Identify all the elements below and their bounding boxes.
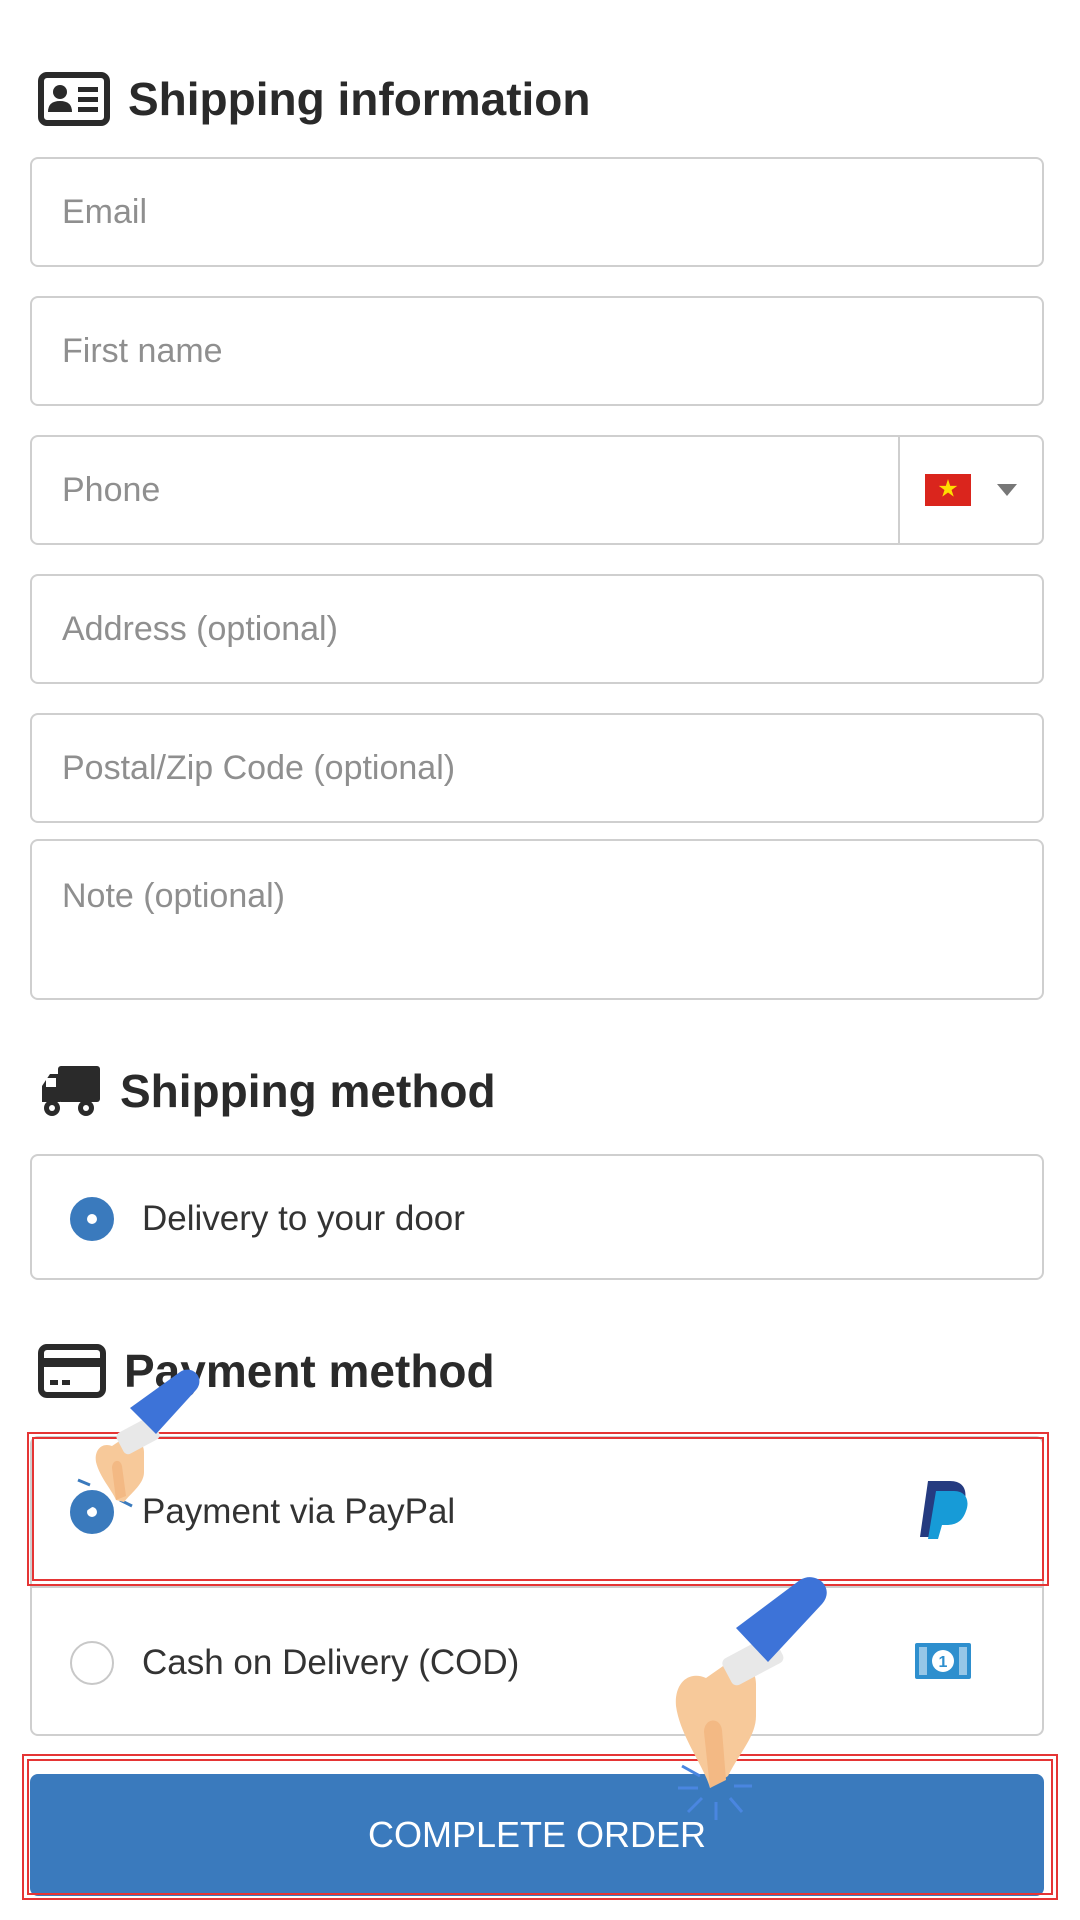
phone-field-box: ★ [30,435,1044,545]
paypal-radio[interactable] [70,1490,114,1534]
note-field[interactable] [32,841,1042,998]
paypal-icon [916,1479,972,1546]
delivery-radio[interactable] [70,1197,114,1241]
shipping-info-title: Shipping information [128,73,591,125]
cod-label: Cash on Delivery (COD) [142,1643,520,1682]
truck-icon [38,1064,102,1118]
address-field-box [30,574,1044,684]
address-field[interactable] [32,576,1042,682]
email-field[interactable] [32,159,1042,265]
svg-text:1: 1 [939,1654,948,1671]
email-field-box [30,157,1044,267]
postal-code-field[interactable] [32,715,1042,821]
vietnam-flag-icon: ★ [925,474,971,506]
id-card-icon [38,72,110,126]
payment-method-title: Payment method [124,1345,495,1397]
shipping-method-box: Delivery to your door [30,1154,1044,1280]
payment-method-header: Payment method [38,1344,495,1398]
shipping-info-header: Shipping information [38,72,591,126]
credit-card-icon [38,1344,106,1398]
phone-input-wrap [32,437,898,543]
country-code-select[interactable]: ★ [898,437,1042,543]
paypal-label: Payment via PayPal [142,1492,456,1531]
shipping-option-delivery[interactable]: Delivery to your door [32,1156,1042,1282]
cash-icon: 1 [914,1642,972,1685]
shipping-method-header: Shipping method [38,1064,496,1118]
payment-option-cod[interactable]: Cash on Delivery (COD) 1 [32,1588,1042,1738]
delivery-label: Delivery to your door [142,1199,465,1238]
postal-field-box [30,713,1044,823]
payment-method-box: Payment via PayPal Cash on Delivery (COD… [30,1436,1044,1736]
complete-order-button[interactable]: COMPLETE ORDER [30,1774,1044,1896]
chevron-down-icon [997,484,1017,496]
first-name-field-box [30,296,1044,406]
payment-option-paypal[interactable]: Payment via PayPal [32,1438,1042,1588]
note-field-box [30,839,1044,1000]
shipping-method-title: Shipping method [120,1065,496,1117]
phone-field[interactable] [32,437,898,543]
cod-radio[interactable] [70,1641,114,1685]
first-name-field[interactable] [32,298,1042,404]
